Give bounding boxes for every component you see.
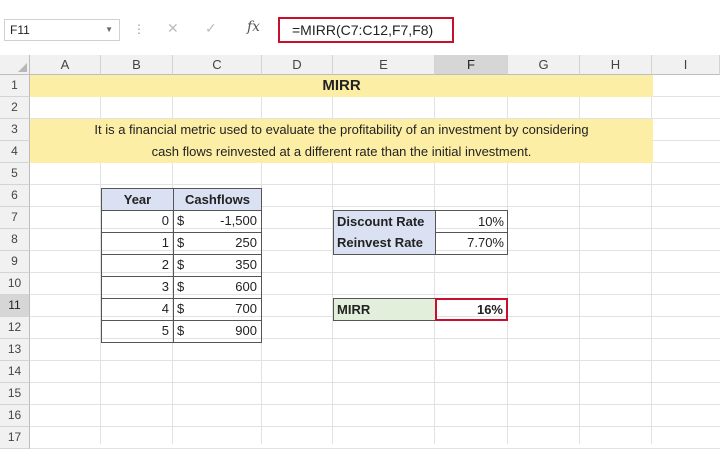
discount-rate-label[interactable]: Discount Rate xyxy=(333,210,436,233)
column-header-c[interactable]: C xyxy=(173,55,262,75)
cashflow-value: 600 xyxy=(235,279,257,294)
cashflow-cell[interactable]: $600 xyxy=(173,276,262,299)
cashflow-cell[interactable]: $350 xyxy=(173,254,262,277)
gridline-horizontal xyxy=(30,360,720,361)
row-header-8[interactable]: 8 xyxy=(0,229,30,251)
formula-input[interactable]: =MIRR(C7:C12,F7,F8) xyxy=(278,17,454,43)
row-header-17[interactable]: 17 xyxy=(0,427,30,449)
page-title: MIRR xyxy=(322,77,361,94)
reinvest-rate-value[interactable]: 7.70% xyxy=(435,232,508,255)
description-line-1: It is a financial metric used to evaluat… xyxy=(94,122,589,137)
row-header-13[interactable]: 13 xyxy=(0,339,30,361)
insert-function-icon[interactable]: fx xyxy=(247,19,260,35)
year-header[interactable]: Year xyxy=(101,188,174,211)
year-cell[interactable]: 1 xyxy=(101,232,174,255)
column-header-h[interactable]: H xyxy=(580,55,652,75)
row-header-4[interactable]: 4 xyxy=(0,141,30,163)
currency-symbol: $ xyxy=(177,279,185,294)
mirr-result-cell[interactable]: 16% xyxy=(435,298,508,321)
row-header-12[interactable]: 12 xyxy=(0,317,30,339)
column-header-f[interactable]: F xyxy=(435,55,508,75)
currency-symbol: $ xyxy=(177,213,185,228)
cashflow-cell[interactable]: $ -1,500 xyxy=(173,210,262,233)
cashflow-value: 250 xyxy=(235,235,257,250)
year-cell[interactable]: 2 xyxy=(101,254,174,277)
column-header-i[interactable]: I xyxy=(652,55,720,75)
row-header-1[interactable]: 1 xyxy=(0,75,30,97)
cancel-icon[interactable]: ✕ xyxy=(167,20,179,37)
cashflow-value: 350 xyxy=(235,257,257,272)
name-box[interactable]: F11 ▼ xyxy=(4,19,120,41)
select-all-corner[interactable] xyxy=(0,55,30,75)
column-header-d[interactable]: D xyxy=(262,55,333,75)
row-header-9[interactable]: 9 xyxy=(0,251,30,273)
mirr-label[interactable]: MIRR xyxy=(333,298,436,321)
select-all-triangle-icon xyxy=(18,63,27,72)
year-cell[interactable]: 3 xyxy=(101,276,174,299)
discount-rate-value[interactable]: 10% xyxy=(435,210,508,233)
currency-symbol: $ xyxy=(177,323,185,338)
gridline-horizontal xyxy=(30,382,720,383)
gridline-horizontal xyxy=(30,426,720,427)
row-header-5[interactable]: 5 xyxy=(0,163,30,185)
gridline-horizontal xyxy=(30,404,720,405)
cashflow-cell[interactable]: $250 xyxy=(173,232,262,255)
column-header-b[interactable]: B xyxy=(101,55,173,75)
column-header-e[interactable]: E xyxy=(333,55,435,75)
enter-icon[interactable]: ✓ xyxy=(205,20,217,37)
reinvest-rate-label[interactable]: Reinvest Rate xyxy=(333,232,436,255)
cashflow-value: -1,500 xyxy=(220,213,257,228)
year-cell[interactable]: 4 xyxy=(101,298,174,321)
column-header-a[interactable]: A xyxy=(30,55,101,75)
row-header-6[interactable]: 6 xyxy=(0,185,30,207)
cashflow-value: 900 xyxy=(235,323,257,338)
currency-symbol: $ xyxy=(177,301,185,316)
cashflow-cell[interactable]: $700 xyxy=(173,298,262,321)
description-banner: It is a financial metric used to evaluat… xyxy=(30,119,653,163)
row-header-7[interactable]: 7 xyxy=(0,207,30,229)
gridline-horizontal xyxy=(30,184,720,185)
row-header-10[interactable]: 10 xyxy=(0,273,30,295)
row-header-2[interactable]: 2 xyxy=(0,97,30,119)
currency-symbol: $ xyxy=(177,235,185,250)
year-cell[interactable]: 0 xyxy=(101,210,174,233)
name-box-value: F11 xyxy=(10,23,30,37)
cashflows-header[interactable]: Cashflows xyxy=(173,188,262,211)
row-header-15[interactable]: 15 xyxy=(0,383,30,405)
chevron-down-icon[interactable]: ▼ xyxy=(105,20,113,40)
description-line-2: cash flows reinvested at a different rat… xyxy=(151,144,532,159)
row-header-3[interactable]: 3 xyxy=(0,119,30,141)
cashflow-cell[interactable]: $900 xyxy=(173,320,262,343)
formula-bar: F11 ▼ ⋮ ✕ ✓ fx =MIRR(C7:C12,F7,F8) xyxy=(0,0,720,55)
row-header-14[interactable]: 14 xyxy=(0,361,30,383)
row-header-16[interactable]: 16 xyxy=(0,405,30,427)
title-banner: MIRR xyxy=(30,75,653,97)
more-options-icon: ⋮ xyxy=(133,22,145,36)
row-header-11[interactable]: 11 xyxy=(0,295,30,317)
column-header-g[interactable]: G xyxy=(508,55,580,75)
year-cell[interactable]: 5 xyxy=(101,320,174,343)
cashflow-value: 700 xyxy=(235,301,257,316)
currency-symbol: $ xyxy=(177,257,185,272)
